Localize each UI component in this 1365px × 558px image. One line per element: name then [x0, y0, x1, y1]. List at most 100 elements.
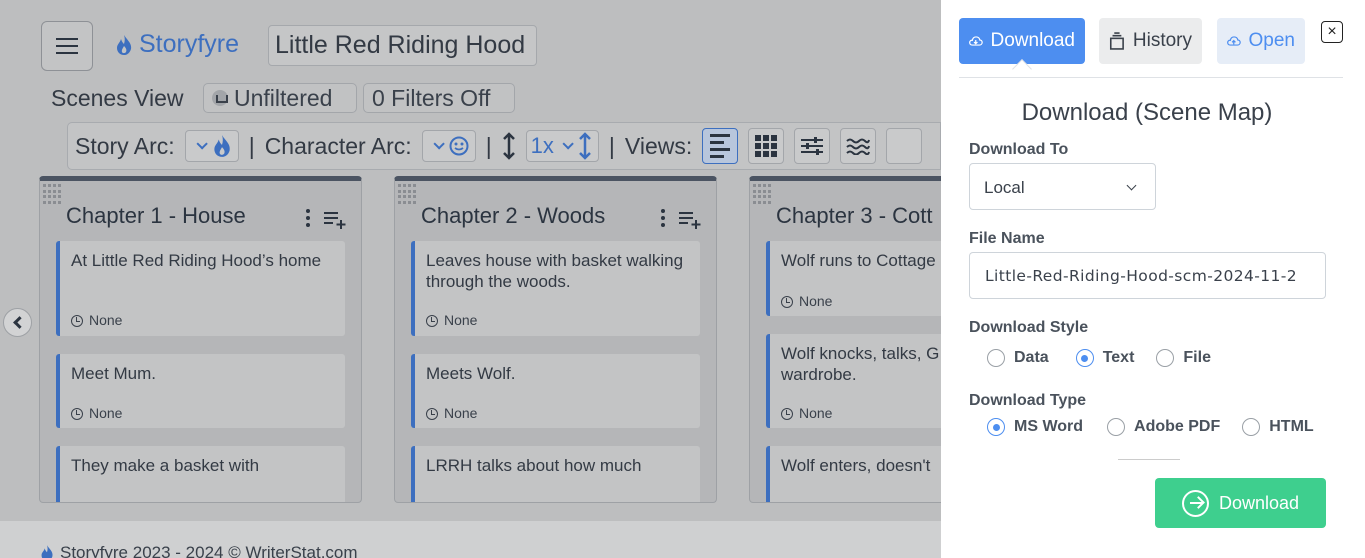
scene-meta: None	[71, 310, 122, 331]
scene-card[interactable]: Meet Mum. None	[56, 354, 345, 428]
separator: |	[608, 132, 615, 159]
view-more-button[interactable]	[886, 128, 923, 164]
scene-meta: None	[781, 291, 832, 312]
scene-card[interactable]: They make a basket with	[56, 446, 345, 502]
scene-text: LRRH talks about how much	[426, 456, 642, 475]
flame-icon	[117, 34, 132, 55]
story-arc-select[interactable]	[184, 130, 239, 162]
chapter-column: Chapter 1 - House At Little Red Riding H…	[39, 176, 362, 503]
chevron-left-icon	[13, 316, 26, 329]
radio-text[interactable]	[1075, 349, 1094, 367]
drag-handle-icon[interactable]	[398, 184, 418, 204]
scene-duration: None	[444, 405, 478, 421]
scene-toolbar: Story Arc: | Character Arc: | 1x | Views…	[67, 122, 941, 170]
scene-card[interactable]: Leaves house with basket walking through…	[411, 241, 700, 336]
type-option-pdf[interactable]: Adobe PDF	[1107, 418, 1220, 436]
chevron-down-icon	[433, 138, 445, 150]
clock-icon	[781, 295, 793, 308]
cloud-download-icon	[969, 36, 983, 46]
arrow-circle-right-icon	[1181, 489, 1209, 517]
clock-icon	[71, 407, 83, 420]
story-title[interactable]: Little Red Riding Hood	[268, 25, 537, 66]
face-icon	[449, 136, 469, 156]
tab-download-label: Download	[990, 30, 1076, 51]
view-grid-button[interactable]	[748, 128, 785, 164]
style-option-text[interactable]: Text	[1075, 349, 1134, 367]
drag-handle-icon[interactable]	[43, 184, 63, 204]
tab-download[interactable]: Download	[959, 18, 1085, 64]
footer-text: Storyfyre 2023 - 2024 © WriterStat.com	[60, 543, 358, 558]
scroll-left-button[interactable]	[3, 308, 32, 337]
view-list-button[interactable]	[702, 128, 739, 164]
style-option-data[interactable]: Data	[987, 349, 1049, 367]
add-scene-icon[interactable]	[324, 211, 348, 229]
chapter-column: Chapter 2 - Woods Leaves house with bask…	[394, 176, 717, 503]
type-option-html[interactable]: HTML	[1242, 418, 1314, 436]
chevron-down-icon	[196, 138, 208, 150]
scene-duration: None	[444, 312, 478, 328]
radio-pdf[interactable]	[1107, 418, 1126, 436]
scene-meta: None	[426, 403, 477, 424]
download-panel: Download History Open × Download (Scene …	[941, 0, 1365, 558]
style-option-file[interactable]: File	[1156, 349, 1211, 367]
type-option-label: HTML	[1269, 418, 1314, 435]
cloud-upload-icon	[1227, 36, 1241, 46]
download-to-value: Local	[984, 178, 1025, 197]
chapter-title: Chapter 1 - House	[66, 203, 246, 228]
character-arc-select[interactable]	[421, 130, 476, 162]
file-name-label: File Name	[969, 230, 1045, 247]
scene-text: At Little Red Riding Hood’s home	[71, 251, 322, 270]
view-waves-button[interactable]	[840, 128, 877, 164]
unfiltered-button[interactable]: Unfiltered	[203, 83, 357, 113]
type-option-label: Adobe PDF	[1134, 418, 1221, 435]
type-option-label: MS Word	[1014, 418, 1084, 435]
story-arc-label: Story Arc:	[75, 132, 175, 159]
chapter-title: Chapter 2 - Woods	[421, 203, 606, 228]
sliders-icon	[801, 137, 824, 155]
view-label: Scenes View	[51, 85, 184, 111]
zoom-select[interactable]: 1x	[525, 130, 599, 162]
file-name-input[interactable]: Little-Red-Riding-Hood-scm-2024-11-2	[969, 252, 1326, 299]
tab-open-label: Open	[1248, 30, 1295, 51]
scene-text: Leaves house with basket walking through…	[426, 251, 684, 291]
download-style-label: Download Style	[969, 319, 1089, 336]
radio-html[interactable]	[1242, 418, 1261, 436]
separator: |	[248, 132, 255, 159]
tab-open[interactable]: Open	[1217, 18, 1305, 64]
chevron-down-icon	[562, 138, 574, 150]
scene-card[interactable]: At Little Red Riding Hood’s home None	[56, 241, 345, 336]
tab-history[interactable]: History	[1099, 18, 1202, 64]
chapter-title: Chapter 3 - Cott	[776, 203, 933, 228]
kebab-menu-icon[interactable]	[306, 209, 310, 227]
filter-icon	[212, 90, 228, 106]
radio-file[interactable]	[1156, 349, 1175, 367]
scene-text: They make a basket with	[71, 456, 260, 475]
download-button[interactable]: Download	[1155, 478, 1326, 528]
radio-data[interactable]	[987, 349, 1005, 367]
scene-card[interactable]: LRRH talks about how much	[411, 446, 700, 502]
type-option-msword[interactable]: MS Word	[987, 418, 1083, 436]
scene-duration: None	[89, 312, 123, 328]
app-background: Storyfyre Little Red Riding Hood Scenes …	[0, 0, 1072, 558]
download-to-select[interactable]: Local	[969, 163, 1156, 210]
kebab-menu-icon[interactable]	[661, 209, 665, 227]
add-scene-icon[interactable]	[679, 211, 703, 229]
hamburger-menu-button[interactable]	[41, 21, 93, 71]
tab-history-label: History	[1132, 30, 1192, 51]
filters-button[interactable]: 0 Filters Off	[363, 83, 515, 113]
drag-handle-icon[interactable]	[753, 184, 773, 204]
radio-msword[interactable]	[987, 418, 1005, 436]
close-icon[interactable]: ×	[1321, 21, 1343, 43]
style-option-label: File	[1183, 349, 1211, 366]
chevron-down-icon	[1126, 180, 1137, 191]
scene-meta: None	[426, 310, 477, 331]
view-sliders-button[interactable]	[794, 128, 831, 164]
scene-card[interactable]: Meets Wolf. None	[411, 354, 700, 428]
align-left-icon	[710, 134, 731, 158]
unfiltered-label: Unfiltered	[234, 84, 333, 111]
brand-logo[interactable]: Storyfyre	[115, 30, 239, 59]
clock-icon	[426, 407, 438, 420]
vertical-arrows-icon	[502, 132, 515, 160]
download-style-group: Data Text File	[987, 349, 1211, 367]
flame-icon	[214, 135, 230, 157]
